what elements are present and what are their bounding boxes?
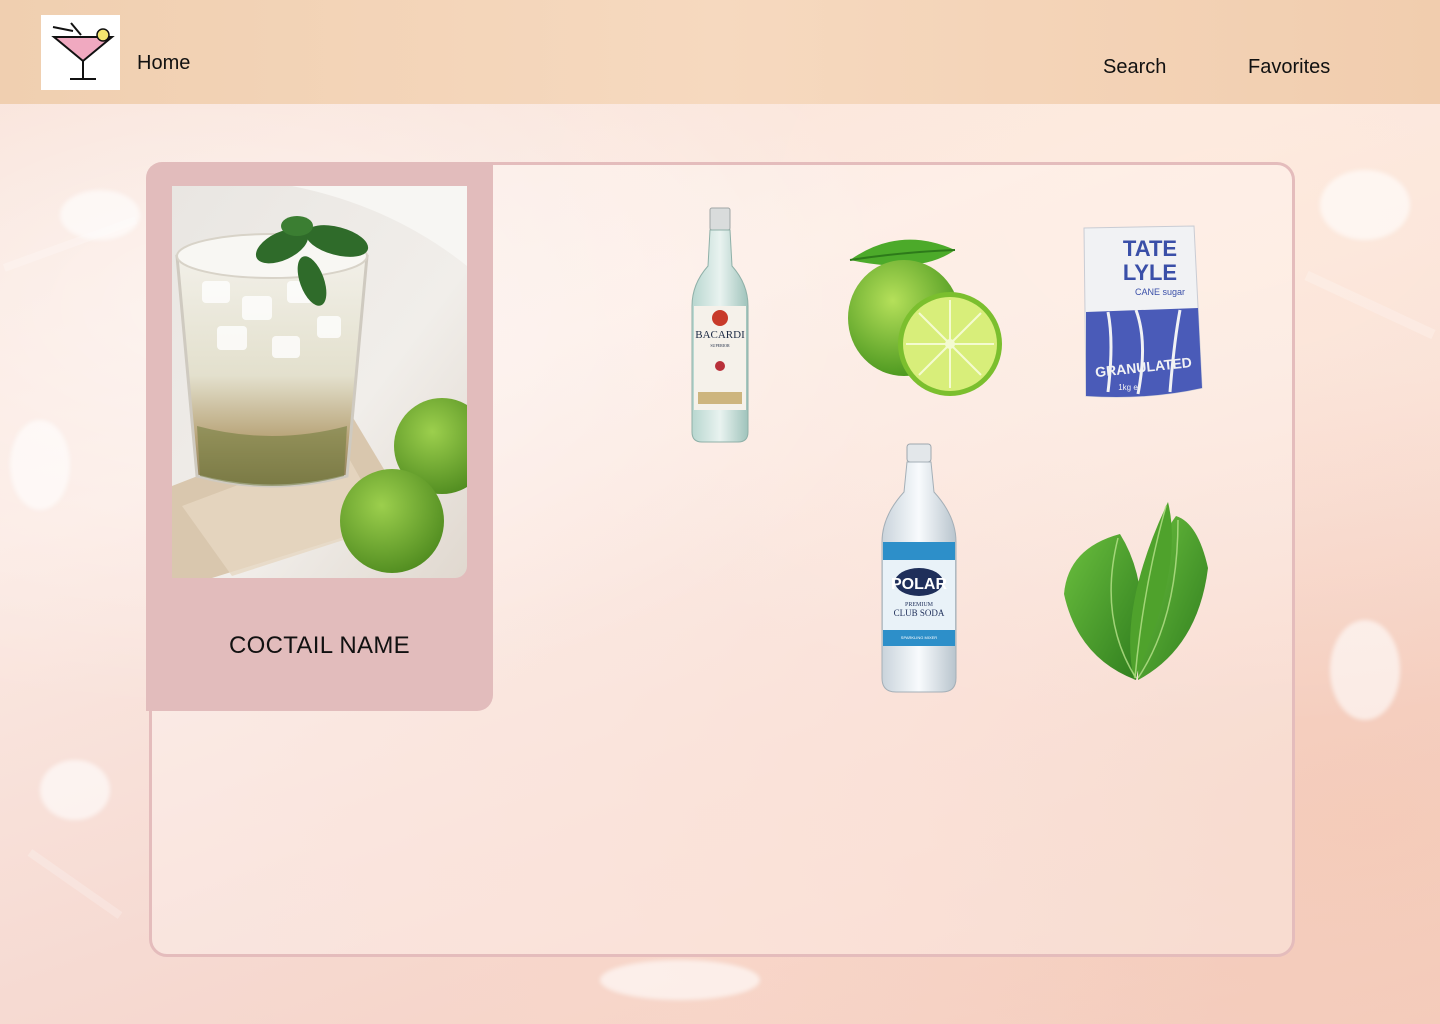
ingredient-mint[interactable]: [1058, 498, 1214, 684]
ingredient-lime[interactable]: [840, 230, 1004, 400]
top-navigation-bar: Home Search Favorites: [0, 0, 1440, 104]
cocktail-photo: [172, 186, 467, 578]
rum-subtitle-label: SUPERIOR: [710, 343, 730, 348]
rum-brand-label: BACARDI: [695, 329, 745, 341]
soda-brand: POLAR: [891, 576, 947, 593]
nav-home-link[interactable]: Home: [137, 52, 190, 75]
cocktail-name: COCTAIL NAME: [229, 632, 410, 659]
sugar-brand-line2: LYLE: [1123, 260, 1177, 285]
mint-leaves-image: [1064, 502, 1208, 680]
soda-bottle-image: POLAR PREMIUM CLUB SODA SPARKLING MIXER: [881, 443, 957, 693]
cocktail-glass-icon: [51, 22, 115, 80]
sugar-weight: 1kg e: [1118, 383, 1138, 392]
ingredient-sugar[interactable]: TATE LYLE CANE sugar GRANULATED 1kg e: [1078, 222, 1206, 402]
lime-image: [848, 239, 1002, 396]
logo[interactable]: [41, 15, 120, 90]
sugar-bag-image: TATE LYLE CANE sugar GRANULATED 1kg e: [1083, 225, 1203, 398]
ingredient-club-soda[interactable]: POLAR PREMIUM CLUB SODA SPARKLING MIXER: [878, 442, 960, 696]
soda-subtitle3: SPARKLING MIXER: [901, 635, 937, 640]
nav-search-link[interactable]: Search: [1103, 56, 1166, 79]
sugar-subtitle: CANE sugar: [1135, 287, 1185, 297]
nav-favorites-link[interactable]: Favorites: [1248, 56, 1330, 79]
rum-bottle-image: BACARDI SUPERIOR: [691, 207, 749, 443]
mojito-glass-image: [172, 186, 467, 578]
soda-subtitle2: CLUB SODA: [894, 608, 945, 618]
sugar-brand-line1: TATE: [1123, 236, 1177, 261]
ingredient-rum[interactable]: BACARDI SUPERIOR: [688, 206, 752, 444]
